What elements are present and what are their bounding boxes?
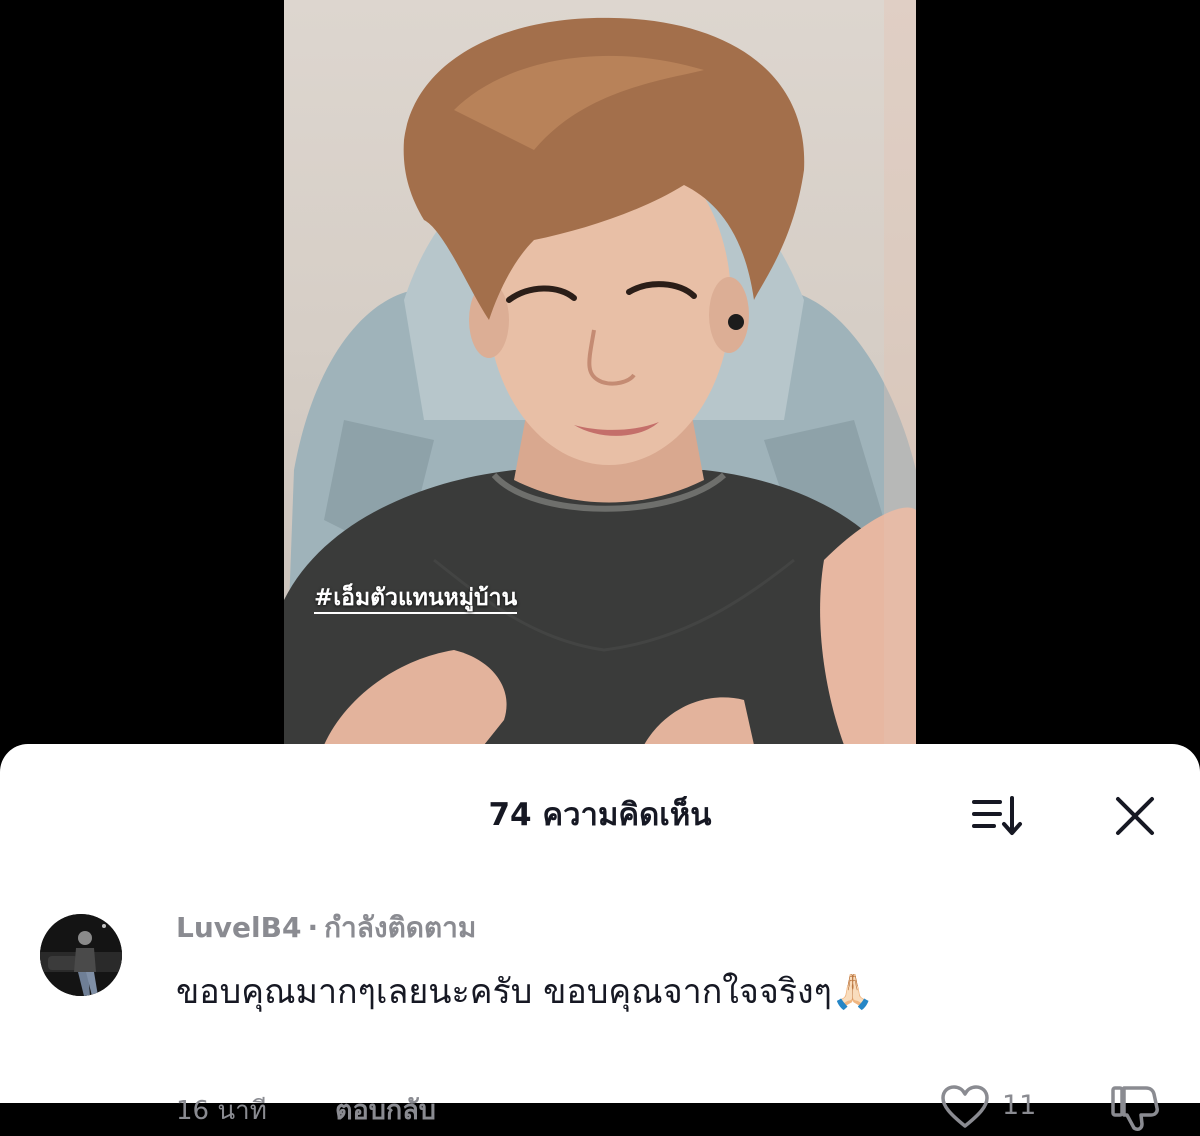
- comment-meta: LuvelB4 · กำลังติดตาม: [176, 906, 476, 950]
- comments-sheet: 74 ความคิดเห็น LuvelB4 · กำลังติดตาม ขอบ…: [0, 744, 1200, 1131]
- video-thumbnail-image: [284, 0, 916, 745]
- dislike-button[interactable]: [1110, 1082, 1160, 1132]
- meta-separator: ·: [307, 911, 319, 944]
- sort-button[interactable]: [970, 794, 1026, 838]
- comment-username[interactable]: LuvelB4: [176, 911, 301, 944]
- like-count: 11: [1002, 1090, 1037, 1121]
- avatar[interactable]: [40, 914, 122, 996]
- like-button[interactable]: [940, 1084, 990, 1130]
- close-icon: [1116, 797, 1154, 835]
- follow-status: กำลังติดตาม: [324, 911, 477, 944]
- comment-timestamp: 16 นาที: [176, 1096, 267, 1126]
- heart-outline-icon: [941, 1085, 989, 1128]
- sort-descending-icon: [972, 796, 1022, 835]
- reply-button[interactable]: ตอบกลับ: [335, 1088, 436, 1131]
- close-button[interactable]: [1110, 794, 1160, 840]
- video-area[interactable]: #เอ็มตัวแทนหมู่บ้าน: [0, 0, 1200, 760]
- video-frame[interactable]: #เอ็มตัวแทนหมู่บ้าน: [284, 0, 916, 745]
- comment-item: LuvelB4 · กำลังติดตาม ขอบคุณมากๆเลยนะครับ …: [0, 894, 1200, 1131]
- thumbs-down-icon: [1111, 1086, 1159, 1131]
- video-hashtag-overlay[interactable]: #เอ็มตัวแทนหมู่บ้าน: [314, 585, 518, 614]
- avatar-image: [40, 914, 122, 996]
- comment-text: ขอบคุณมากๆเลยนะครับ ขอบคุณจากใจจริงๆ🙏🏻: [176, 972, 875, 1012]
